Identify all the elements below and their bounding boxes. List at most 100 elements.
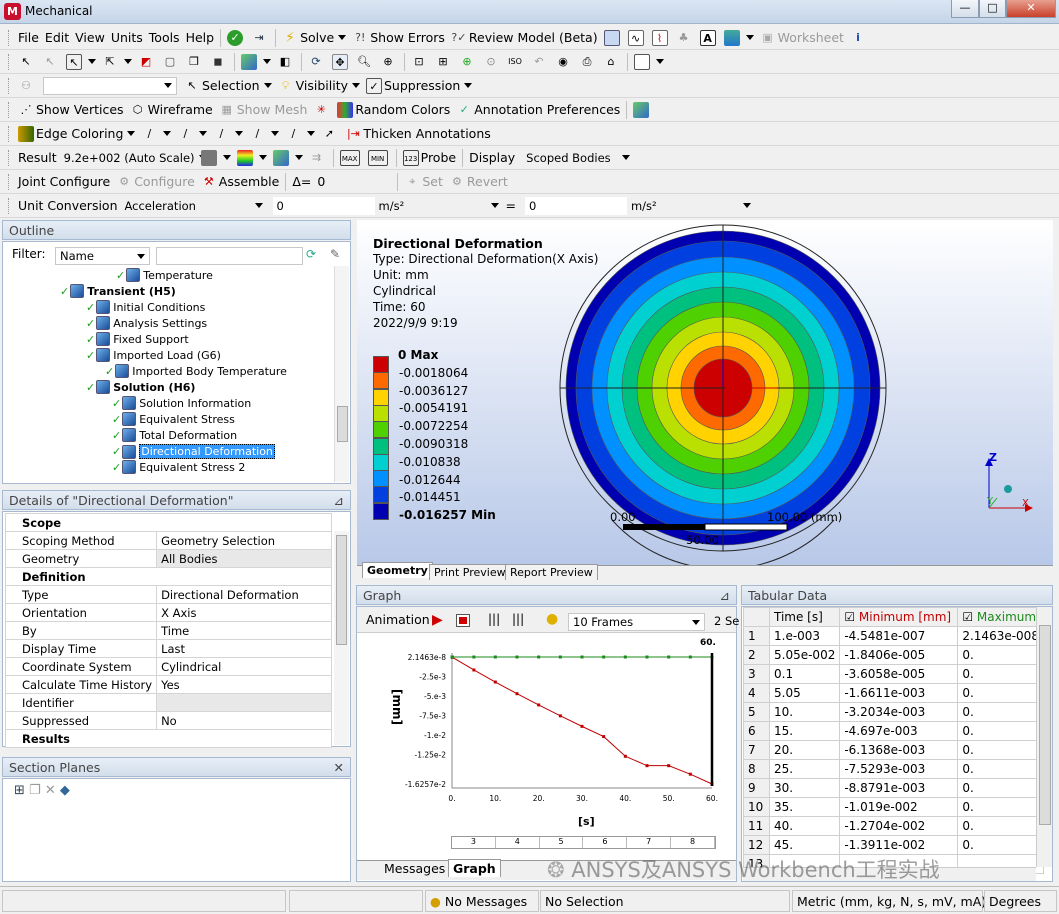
annotation-preferences-button[interactable]: ✓ Annotation Preferences: [453, 100, 623, 120]
tab-print-preview[interactable]: Print Preview: [429, 564, 511, 580]
details-value[interactable]: Cylindrical: [156, 657, 332, 676]
step-bar[interactable]: 345678: [451, 836, 716, 849]
details-value[interactable]: All Bodies: [156, 549, 332, 568]
scale-combo[interactable]: 9.2e+002 (Auto Scale): [60, 149, 207, 167]
zoom-box-button[interactable]: ⊡: [408, 52, 432, 72]
table-header[interactable]: ☑ Minimum [mm]: [839, 607, 959, 627]
disabled-tool-button[interactable]: ♣: [673, 28, 697, 48]
tree-item[interactable]: ✓ Solution Information: [112, 396, 251, 410]
details-value[interactable]: Yes: [156, 675, 332, 694]
select-mode-button[interactable]: ↖: [15, 52, 39, 72]
body-select-button[interactable]: ▢: [159, 52, 183, 72]
menu-edit[interactable]: Edit: [42, 28, 72, 48]
table-row[interactable]: 7 20. -6.1368e-003 0.: [743, 740, 1044, 760]
select-mode2-button[interactable]: ↖: [39, 52, 63, 72]
details-value[interactable]: Geometry Selection: [156, 531, 332, 550]
info-button[interactable]: i: [847, 28, 871, 48]
table-row[interactable]: 4 5.05 -1.6611e-003 0.: [743, 683, 1044, 703]
visibility-button[interactable]: 💡︎ Visibility: [275, 76, 363, 96]
filter-input[interactable]: [156, 247, 303, 265]
close-icon[interactable]: ✕: [334, 760, 344, 775]
tree-item[interactable]: ✓ Fixed Support: [86, 332, 189, 346]
menu-tools[interactable]: Tools: [146, 28, 183, 48]
zoom-all-button[interactable]: ⊕: [456, 52, 480, 72]
max-button[interactable]: MAX: [337, 148, 365, 168]
edge-tool-3-button[interactable]: ∕: [210, 124, 246, 144]
edge-tool-4-button[interactable]: ∕: [246, 124, 282, 144]
tree-item[interactable]: ✓ Directional Deformation: [112, 444, 275, 459]
text-tool-button[interactable]: A: [697, 28, 721, 48]
edge-coloring-button[interactable]: Edge Coloring: [15, 124, 138, 144]
show-mesh-button[interactable]: ▦ Show Mesh: [216, 100, 311, 120]
menu-file[interactable]: File: [15, 28, 42, 48]
menu-help[interactable]: Help: [183, 28, 218, 48]
frames-combo[interactable]: 10 Frames: [568, 613, 705, 631]
contour-button[interactable]: [234, 148, 270, 168]
step-cell[interactable]: 7: [627, 837, 672, 848]
tree-item[interactable]: ✓ Transient (H5): [60, 284, 176, 298]
status-degrees[interactable]: Degrees: [984, 890, 1057, 912]
outline-scrollbar[interactable]: [334, 266, 349, 482]
axes-button[interactable]: ✳: [310, 100, 334, 120]
zoom-fit-button[interactable]: ⊞: [432, 52, 456, 72]
suppression-button[interactable]: ✓ Suppression: [363, 76, 475, 96]
pin-icon[interactable]: ⊿: [720, 588, 730, 603]
table-header[interactable]: [743, 607, 770, 627]
status-messages[interactable]: ● No Messages: [425, 890, 539, 912]
paint-button[interactable]: ◧: [274, 52, 298, 72]
lightbulb-icon[interactable]: ●: [546, 611, 558, 627]
frames-icon[interactable]: |||: [488, 612, 500, 626]
tree-item[interactable]: ✓ Equivalent Stress: [112, 412, 235, 426]
table-row[interactable]: 11 40. -1.2704e-002 0.: [743, 816, 1044, 836]
tree-item[interactable]: ✓ Initial Conditions: [86, 300, 205, 314]
details-category[interactable]: Results: [5, 729, 332, 748]
zoom-button[interactable]: 🔍︎: [353, 52, 377, 72]
configure-button[interactable]: ⚙ Configure: [113, 172, 198, 192]
table-header[interactable]: Time [s]: [768, 607, 841, 627]
geometry-display-button[interactable]: [198, 148, 234, 168]
table-row[interactable]: 10 35. -1.019e-002 0.: [743, 797, 1044, 817]
wireframe-button[interactable]: ⬡ Wireframe: [127, 100, 216, 120]
table-row[interactable]: 1 1.e-003 -4.5481e-007 2.1463e-008: [743, 626, 1044, 646]
check-button[interactable]: ✓: [224, 28, 248, 48]
box-select-button[interactable]: ↖: [63, 52, 99, 72]
edge-tool-5-button[interactable]: ∕: [282, 124, 318, 144]
tree-item[interactable]: ✓ Imported Body Temperature: [105, 364, 287, 378]
named-selection-combo[interactable]: [43, 76, 177, 95]
tree-item[interactable]: ✓ Imported Load (G6): [86, 348, 221, 362]
menu-units[interactable]: Units: [108, 28, 146, 48]
rotate-button[interactable]: ⟳: [305, 52, 329, 72]
details-scrollbar[interactable]: [334, 531, 349, 745]
tree-item[interactable]: ✓ Temperature: [116, 268, 213, 282]
tree-item[interactable]: ✓ Total Deformation: [112, 428, 237, 442]
clear-filter-icon[interactable]: ✎: [330, 247, 346, 263]
set-button[interactable]: ⌖ Set: [401, 172, 446, 192]
play-icon[interactable]: ▶: [432, 612, 443, 628]
pin-icon[interactable]: ⊿: [334, 493, 344, 508]
window-layout-button[interactable]: [631, 52, 667, 72]
zoom-in-button[interactable]: ⊕: [377, 52, 401, 72]
table-row[interactable]: 2 5.05e-002 -1.8406e-005 0.: [743, 645, 1044, 665]
close-window-button[interactable]: ✕: [1006, 0, 1056, 18]
details-category[interactable]: Scope: [5, 513, 332, 532]
tree-item[interactable]: ✓ Analysis Settings: [86, 316, 207, 330]
solve-button[interactable]: ⚡ Solve: [279, 28, 349, 48]
vectors-button[interactable]: ⇉: [306, 148, 330, 168]
pan-button[interactable]: ✥: [329, 52, 353, 72]
details-value[interactable]: Last: [156, 639, 332, 658]
table-row[interactable]: 8 25. -7.5293e-003 0.: [743, 759, 1044, 779]
step-cell[interactable]: 6: [583, 837, 628, 848]
chart-tool-button[interactable]: ∿: [625, 28, 649, 48]
probe-tool-button[interactable]: [601, 28, 625, 48]
print-button[interactable]: ⎙: [576, 52, 600, 72]
iso-view-button[interactable]: ISO: [504, 52, 528, 72]
previous-view-button[interactable]: ↶: [528, 52, 552, 72]
tab-geometry[interactable]: Geometry: [362, 562, 433, 578]
step-cell[interactable]: 5: [540, 837, 584, 848]
export-button[interactable]: ⇥: [248, 28, 272, 48]
cube-view-button[interactable]: [630, 100, 654, 120]
tab-graph[interactable]: Graph: [448, 859, 501, 877]
tree-item[interactable]: ✓ Equivalent Stress 2: [112, 460, 245, 474]
thicken-annotations-button[interactable]: |⇥ Thicken Annotations: [342, 124, 493, 144]
revert-button[interactable]: ⚙ Revert: [446, 172, 511, 192]
